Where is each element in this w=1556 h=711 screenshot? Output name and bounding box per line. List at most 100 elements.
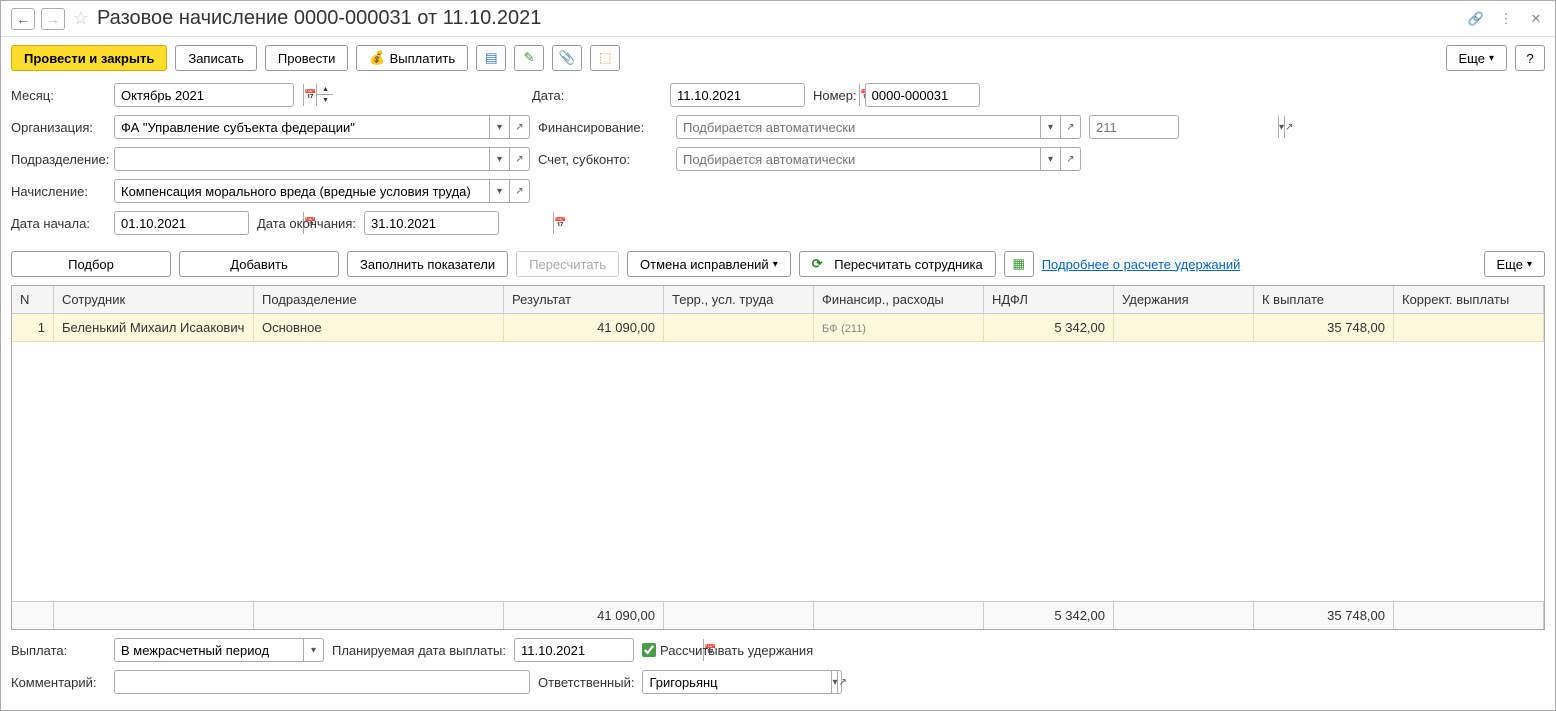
col-correct[interactable]: Коррект. выплаты — [1394, 286, 1544, 313]
attach-icon-button[interactable]: 📎 — [552, 45, 582, 71]
financing-input[interactable] — [677, 116, 1040, 138]
recalc-button[interactable]: Пересчитать — [516, 251, 619, 277]
back-button[interactable]: ← — [11, 8, 35, 30]
fill-button[interactable]: Заполнить показатели — [347, 251, 508, 277]
responsible-input[interactable] — [643, 671, 831, 693]
total-ndfl: 5 342,00 — [984, 602, 1114, 629]
accrual-input[interactable] — [115, 180, 489, 202]
payout-label: Выплата: — [11, 643, 106, 658]
department-input[interactable] — [115, 148, 489, 170]
code-input[interactable] — [1090, 116, 1278, 138]
comment-label: Комментарий: — [11, 675, 106, 690]
post-close-button[interactable]: Провести и закрыть — [11, 45, 167, 71]
calendar-icon[interactable]: 📅 — [303, 84, 316, 106]
pencil-icon: ✎ — [524, 50, 535, 66]
dateend-input[interactable] — [365, 212, 553, 234]
dropdown-icon[interactable]: ▾ — [489, 148, 509, 170]
structure-icon-button[interactable]: ⬚ — [590, 45, 620, 71]
col-employee[interactable]: Сотрудник — [54, 286, 254, 313]
dropdown-icon[interactable]: ▾ — [303, 639, 323, 661]
financing-label: Финансирование: — [538, 120, 668, 135]
accrual-label: Начисление: — [11, 184, 106, 199]
planned-date-label: Планируемая дата выплаты: — [332, 643, 506, 658]
table-more-button[interactable]: Еще — [1484, 251, 1545, 277]
open-icon[interactable]: ↗ — [1284, 116, 1293, 138]
calc-deductions-checkbox[interactable]: Рассчитывать удержания — [642, 643, 813, 658]
more-button[interactable]: Еще — [1446, 45, 1507, 71]
month-input[interactable] — [115, 84, 303, 106]
month-down[interactable]: ▼ — [317, 95, 333, 106]
recalc-emp-button[interactable]: ⟳ Пересчитать сотрудника — [799, 251, 996, 277]
org-label: Организация: — [11, 120, 106, 135]
edit-icon-button[interactable]: ✎ — [514, 45, 544, 71]
col-deductions[interactable]: Удержания — [1114, 286, 1254, 313]
dateend-label: Дата окончания: — [257, 216, 356, 231]
cell-employee: Беленький Михаил Исаакович — [54, 314, 254, 341]
add-button[interactable]: Добавить — [179, 251, 339, 277]
cell-ndfl: 5 342,00 — [984, 314, 1114, 341]
table-settings-button[interactable]: ▦ — [1004, 251, 1034, 277]
comment-input[interactable] — [115, 671, 529, 693]
number-input[interactable] — [866, 84, 1054, 106]
col-n[interactable]: N — [12, 286, 54, 313]
close-icon[interactable]: ✕ — [1527, 10, 1545, 28]
open-icon[interactable]: ↗ — [509, 116, 529, 138]
dropdown-icon[interactable]: ▾ — [1040, 148, 1060, 170]
dropdown-icon[interactable]: ▾ — [489, 116, 509, 138]
col-financing[interactable]: Финансир., расходы — [814, 286, 984, 313]
col-department[interactable]: Подразделение — [254, 286, 504, 313]
col-result[interactable]: Результат — [504, 286, 664, 313]
month-label: Месяц: — [11, 88, 106, 103]
paperclip-icon: 📎 — [559, 50, 576, 66]
open-icon[interactable]: ↗ — [837, 671, 846, 693]
table-row[interactable]: 1 Беленький Михаил Исаакович Основное 41… — [12, 314, 1544, 342]
cell-correct — [1394, 314, 1544, 341]
payout-mode-input[interactable] — [115, 639, 303, 661]
responsible-label: Ответственный: — [538, 675, 634, 690]
org-input[interactable] — [115, 116, 489, 138]
forward-button[interactable]: → — [41, 8, 65, 30]
help-button[interactable]: ? — [1515, 45, 1545, 71]
calc-deductions-input[interactable] — [642, 643, 656, 657]
dropdown-icon[interactable]: ▾ — [489, 180, 509, 202]
save-button[interactable]: Записать — [175, 45, 257, 71]
cell-department: Основное — [254, 314, 504, 341]
coins-icon: 💰 — [369, 50, 385, 66]
cell-result: 41 090,00 — [504, 314, 664, 341]
col-ndfl[interactable]: НДФЛ — [984, 286, 1114, 313]
col-territory[interactable]: Терр., усл. труда — [664, 286, 814, 313]
favorite-icon[interactable]: ☆ — [71, 9, 91, 29]
cell-territory — [664, 314, 814, 341]
post-button[interactable]: Провести — [265, 45, 349, 71]
account-label: Счет, субконто: — [538, 152, 668, 167]
total-topay: 35 748,00 — [1254, 602, 1394, 629]
open-icon[interactable]: ↗ — [509, 180, 529, 202]
datestart-label: Дата начала: — [11, 216, 106, 231]
open-icon[interactable]: ↗ — [1060, 148, 1080, 170]
cell-financing: БФ (211) — [814, 314, 984, 341]
total-result: 41 090,00 — [504, 602, 664, 629]
payout-button[interactable]: 💰Выплатить — [356, 45, 468, 71]
number-label: Номер: — [813, 88, 857, 103]
table-icon: ▦ — [1012, 256, 1025, 272]
calendar-icon[interactable]: 📅 — [553, 212, 566, 234]
link-icon[interactable]: 🔗 — [1467, 10, 1485, 28]
select-button[interactable]: Подбор — [11, 251, 171, 277]
account-input[interactable] — [677, 148, 1040, 170]
kebab-icon[interactable]: ⋮ — [1497, 10, 1515, 28]
dropdown-icon[interactable]: ▾ — [1040, 116, 1060, 138]
window-title: Разовое начисление 0000-000031 от 11.10.… — [97, 7, 541, 30]
cell-topay: 35 748,00 — [1254, 314, 1394, 341]
col-topay[interactable]: К выплате — [1254, 286, 1394, 313]
month-up[interactable]: ▲ — [317, 84, 333, 95]
open-icon[interactable]: ↗ — [509, 148, 529, 170]
cell-deductions — [1114, 314, 1254, 341]
department-label: Подразделение: — [11, 152, 106, 167]
cell-n: 1 — [12, 314, 54, 341]
cancel-fix-button[interactable]: Отмена исправлений — [627, 251, 791, 277]
employees-table: N Сотрудник Подразделение Результат Терр… — [11, 285, 1545, 630]
deductions-link[interactable]: Подробнее о расчете удержаний — [1042, 257, 1241, 272]
open-icon[interactable]: ↗ — [1060, 116, 1080, 138]
document-icon-button[interactable]: ▤ — [476, 45, 506, 71]
date-label: Дата: — [532, 88, 662, 103]
